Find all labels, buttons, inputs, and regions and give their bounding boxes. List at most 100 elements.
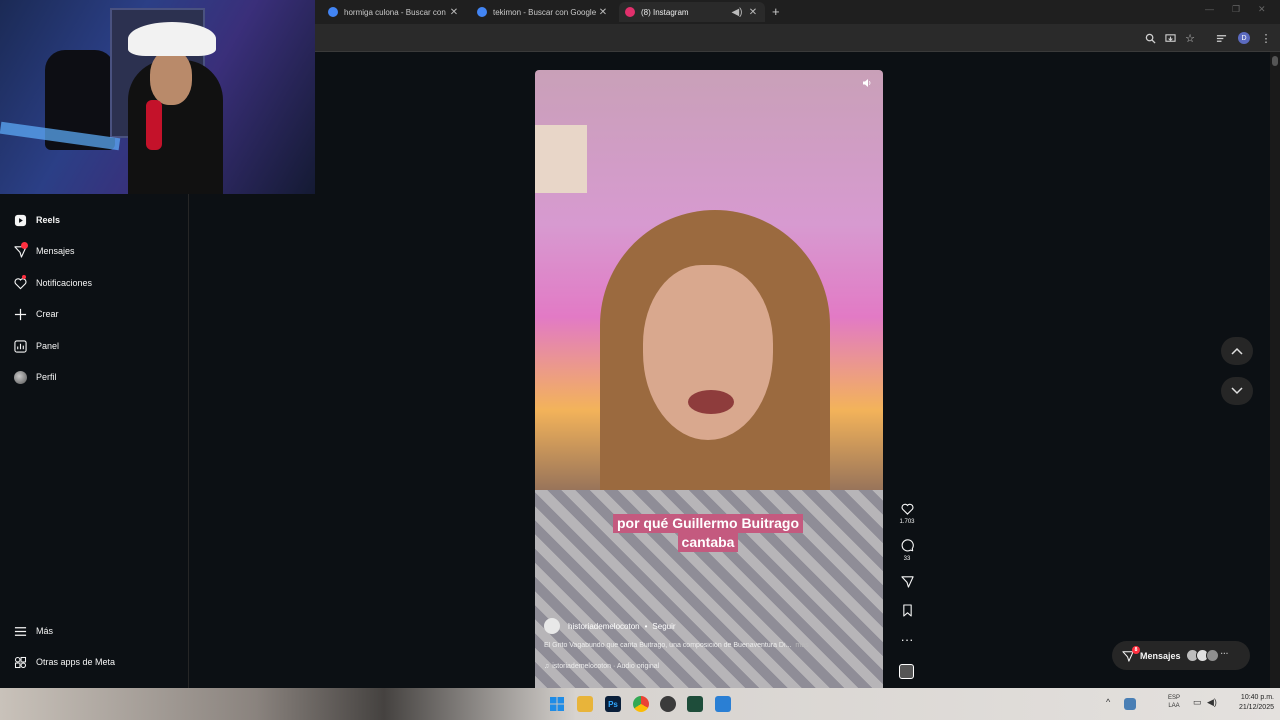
sidebar-item-panel[interactable]: Panel [12, 335, 59, 357]
comment-count: 33 [903, 556, 911, 562]
profile-avatar-icon [12, 369, 28, 385]
webcam-overlay [0, 0, 315, 194]
file-explorer-icon[interactable] [577, 696, 593, 712]
notification-dot [22, 275, 26, 279]
author-username[interactable]: historiademelocoton [568, 622, 640, 631]
microphone [146, 100, 162, 150]
restore-icon[interactable]: ❐ [1232, 4, 1240, 15]
close-tab-icon[interactable]: ✕ [597, 7, 609, 18]
close-tab-icon[interactable]: ✕ [747, 7, 759, 18]
sidebar-item-label: Más [36, 626, 54, 636]
video-subject-mouth [688, 390, 734, 414]
bookmark-icon [897, 604, 917, 620]
photoshop-icon[interactable]: Ps [605, 696, 621, 712]
close-window-icon[interactable]: ✕ [1258, 4, 1266, 15]
share-icon [897, 575, 917, 591]
zoom-icon[interactable] [1143, 31, 1157, 45]
menu-icon[interactable]: ⋮ [1259, 31, 1273, 45]
sidebar-item-perfil[interactable]: Perfil [12, 366, 57, 388]
windows-start-icon[interactable] [549, 696, 565, 712]
chevron-up-icon [1231, 344, 1243, 358]
comment-icon [897, 539, 917, 555]
volume-icon[interactable]: ◀) [1207, 698, 1217, 707]
close-tab-icon[interactable]: ✕ [448, 7, 460, 18]
profile-icon[interactable]: D [1237, 31, 1251, 45]
audio-row[interactable]: ♫ istoriademelocoton · Audio original [544, 663, 864, 670]
instagram-favicon-icon [625, 7, 635, 17]
tab-hormiga-culona[interactable]: hormiga culona - Buscar con G ✕ [322, 2, 466, 22]
follow-button[interactable]: Seguir [652, 622, 675, 631]
chrome-icon[interactable] [633, 696, 649, 712]
messages-pill[interactable]: 8 Mensajes ··· [1112, 641, 1250, 670]
save-button[interactable] [897, 604, 917, 620]
screen: hormiga culona - Buscar con G ✕ tekimon … [0, 0, 1280, 720]
plus-icon [12, 306, 28, 322]
messages-pill-label: Mensajes [1140, 650, 1181, 661]
dashboard-icon [12, 338, 28, 354]
reel-meta: historiademelocoton • Seguir El Grito Va… [544, 618, 864, 670]
heart-icon [897, 503, 917, 518]
app-icon[interactable] [687, 696, 703, 712]
description-text: El Grito Vagabundo que canta Buitrago, u… [544, 642, 792, 649]
chevron-down-icon [1231, 384, 1243, 398]
heart-icon [12, 275, 28, 291]
comment-button[interactable]: 33 [897, 539, 917, 562]
streamer-face [150, 50, 192, 105]
more-options-button[interactable]: ··· [897, 633, 917, 647]
wall-poster [535, 125, 587, 193]
minimize-icon[interactable]: — [1205, 4, 1214, 14]
page-scrollbar[interactable] [1270, 52, 1280, 688]
sidebar-item-label: Crear [36, 309, 59, 319]
like-button[interactable]: 1.703 [897, 503, 917, 525]
reels-icon [12, 212, 28, 228]
share-button[interactable] [897, 575, 917, 591]
google-favicon-icon [328, 7, 338, 17]
sidebar-item-mensajes[interactable]: Mensajes [12, 240, 75, 262]
sidebar-item-label: Perfil [36, 372, 57, 382]
tab-title: hormiga culona - Buscar con G [344, 7, 448, 17]
tray-app-icon[interactable] [1124, 698, 1136, 710]
reel-description: El Grito Vagabundo que canta Buitrago, u… [544, 642, 864, 649]
caption-line-1: por qué Guillermo Buitrago [612, 514, 803, 533]
notification-badge [21, 242, 28, 249]
audio-thumbnail[interactable] [899, 664, 914, 679]
tab-instagram[interactable]: (8) Instagram ◀) ✕ [619, 2, 765, 22]
tab-title: tekimon - Buscar con Google [493, 7, 597, 17]
meta-apps-icon [12, 654, 28, 670]
previous-reel-button[interactable] [1221, 337, 1253, 365]
sidebar-item-mas[interactable]: Más [12, 620, 53, 642]
clock-time: 10:40 p.m. [1240, 694, 1274, 701]
sidebar-item-otras-apps[interactable]: Otras apps de Meta [12, 651, 115, 673]
more-link[interactable]: más [795, 642, 808, 649]
bookmark-star-icon[interactable]: ☆ [1183, 31, 1197, 45]
system-clock[interactable]: 10:40 p.m. 21/12/2025 [1224, 693, 1274, 713]
keyboard-layout: LAA [1168, 703, 1180, 709]
new-tab-button[interactable]: + [772, 4, 780, 19]
tray-chevron-up-icon[interactable]: ^ [1106, 698, 1110, 707]
obs-icon[interactable] [660, 696, 676, 712]
sidebar-item-reels[interactable]: Reels [12, 209, 60, 231]
separator-dot: • [644, 621, 648, 631]
more-dots-icon: ··· [900, 632, 914, 647]
reel-video[interactable] [535, 70, 883, 688]
video-caption-overlay: por qué Guillermo Buitrago cantaba [598, 514, 818, 552]
tab-audio-icon[interactable]: ◀) [731, 7, 743, 18]
sidebar-item-notificaciones[interactable]: Notificaciones [12, 272, 92, 294]
tab-tekimon[interactable]: tekimon - Buscar con Google ✕ [471, 2, 615, 22]
next-reel-button[interactable] [1221, 377, 1253, 405]
network-icon[interactable]: ▭ [1193, 698, 1202, 707]
windows-taskbar: Ps ^ ESP LAA ▭ ◀) 10:40 p.m. 21/12/2025 [0, 688, 1280, 720]
avatar [1205, 649, 1219, 662]
clock-date: 21/12/2025 [1238, 704, 1274, 711]
app-icon[interactable] [715, 696, 731, 712]
author-avatar[interactable] [544, 618, 560, 634]
language-indicator[interactable]: ESP LAA [1168, 694, 1180, 710]
install-icon[interactable] [1163, 31, 1177, 45]
tab-search-icon[interactable] [1214, 31, 1228, 45]
sidebar-item-crear[interactable]: Crear [12, 303, 59, 325]
audio-toggle-icon[interactable] [862, 78, 876, 92]
sidebar-item-label: Mensajes [36, 246, 75, 256]
scrollbar-thumb[interactable] [1272, 56, 1278, 66]
google-favicon-icon [477, 7, 487, 17]
author-row: historiademelocoton • Seguir [544, 618, 864, 634]
